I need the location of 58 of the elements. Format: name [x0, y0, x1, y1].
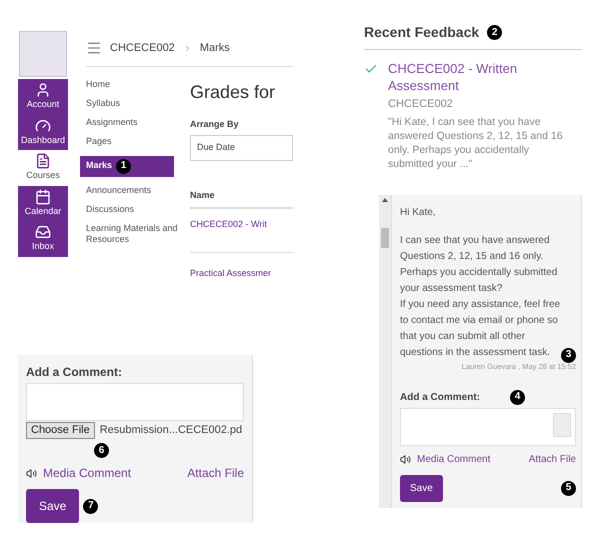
assignment-link[interactable]: CHCECE002 - Writ: [190, 209, 293, 252]
feedback-excerpt: "Hi Kate, I can see that you have answered Questions 2, 12, 15 and 16 only. Perhaps you accidentally submitted your ...": [388, 114, 564, 170]
column-header: Name: [190, 188, 293, 209]
scrollbar-thumb[interactable]: [381, 228, 389, 248]
assignment-link[interactable]: Practical Assessmer: [190, 252, 293, 289]
callout-number: 5: [561, 480, 576, 496]
course-menu-item[interactable]: Discussions: [86, 204, 134, 215]
menu-icon[interactable]: [86, 40, 102, 56]
attach-file-link[interactable]: Attach File: [187, 464, 244, 482]
save-button[interactable]: Save: [400, 474, 443, 502]
callout-number: 6: [94, 443, 109, 458]
global-nav-item[interactable]: Inbox: [18, 221, 68, 256]
file-name: Resubmission...CECE002.pd: [100, 422, 242, 438]
document-icon: [35, 153, 51, 169]
save-button[interactable]: Save: [26, 489, 80, 523]
breadcrumb-current: Marks: [200, 41, 230, 56]
callout-number: 2: [487, 25, 502, 40]
section-title: Recent Feedback: [364, 23, 480, 42]
calendar-icon: [35, 188, 51, 204]
course-menu-item[interactable]: Home: [86, 78, 110, 90]
field-label: Add a Comment:: [26, 364, 123, 381]
speaker-icon: [26, 468, 37, 478]
course-code: CHCECE002: [388, 97, 454, 112]
speaker-icon: [400, 454, 411, 465]
page-heading: Grades for: [190, 80, 276, 104]
gauge-icon: [35, 118, 51, 134]
field-label: Add a Comment:: [400, 390, 480, 405]
global-nav-item[interactable]: Dashboard: [18, 114, 68, 150]
global-nav-item[interactable]: Account: [18, 79, 68, 114]
media-comment-link[interactable]: Media Comment: [43, 464, 132, 482]
course-menu-item[interactable]: Marks 1: [80, 156, 174, 176]
comment-text: If you need any assistance, feel free to contact me via email or phone so that you can submit all other questions in the assessment task.: [400, 298, 562, 360]
comment-text: I can see that you have answered Questions 2, 12, 15 and 16 only. Perhaps you accidentally submitted your assessment task?: [400, 234, 558, 296]
choose-file-button[interactable]: Choose File: [26, 422, 95, 438]
callout-number: 1: [116, 158, 132, 174]
thumbnail-drawing: [553, 412, 571, 437]
user-icon: [35, 82, 51, 98]
attach-file-link[interactable]: Attach File: [528, 452, 576, 467]
global-nav-item[interactable]: Calendar: [18, 186, 68, 221]
select-field[interactable]: Due Date: [190, 135, 293, 160]
comment-input-field[interactable]: [400, 408, 576, 446]
course-menu-item[interactable]: Announcements: [86, 184, 152, 196]
callout-number: 3: [561, 348, 576, 362]
course-menu-item[interactable]: Syllabus: [86, 98, 120, 109]
callout-number: 4: [510, 390, 525, 405]
course-menu-item[interactable]: Assignments: [86, 117, 138, 128]
media-comment-link[interactable]: Media Comment: [417, 452, 490, 467]
callout-number: 7: [83, 498, 98, 514]
course-menu-item[interactable]: Pages: [86, 136, 112, 148]
field-label: Arrange By: [190, 118, 240, 131]
breadcrumb-link[interactable]: CHCECE002: [110, 40, 175, 56]
inbox-icon: [35, 224, 51, 240]
comment-text: Hi Kate,: [400, 206, 437, 220]
scroll-up-icon: [382, 198, 388, 202]
course-menu-item[interactable]: Learning Materials and Resources: [86, 223, 182, 246]
feedback-link[interactable]: CHCECE002 - Written Assessment: [388, 60, 582, 94]
thumbnail-drawing: [19, 31, 67, 77]
comment-input-field[interactable]: [26, 383, 244, 420]
